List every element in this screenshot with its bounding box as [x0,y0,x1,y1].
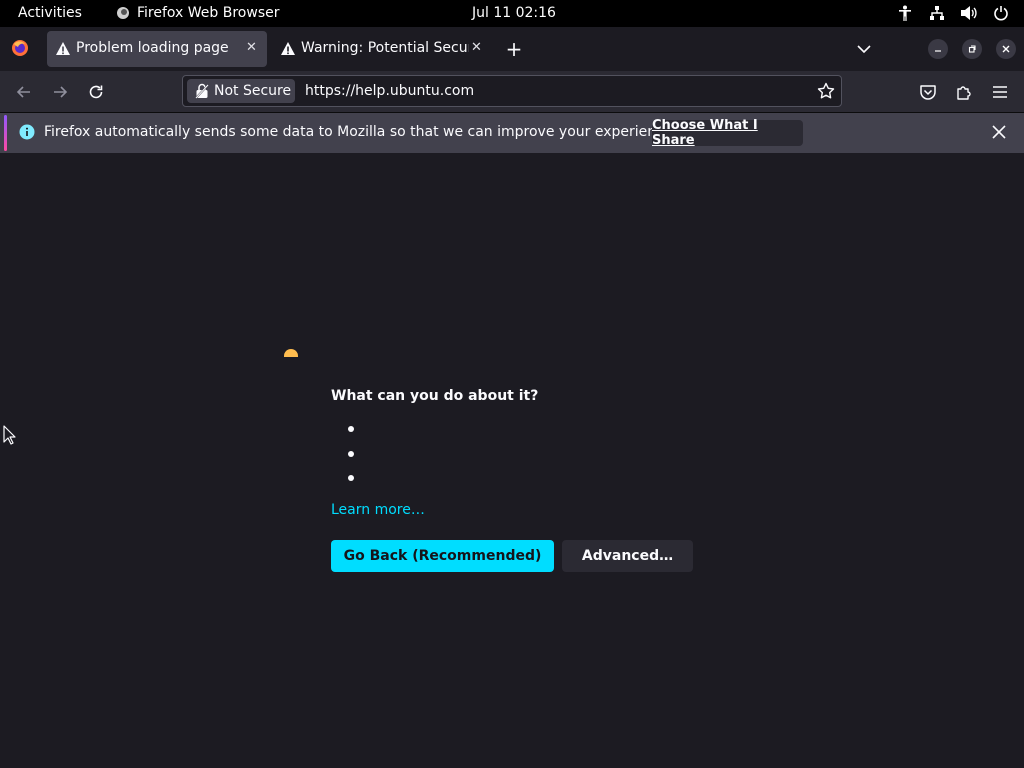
pocket-button[interactable] [917,81,939,103]
system-tray[interactable] [896,4,1010,22]
navigation-toolbar: Not Secure https://help.ubuntu.com [0,71,1024,113]
info-icon [19,124,35,140]
hamburger-menu-icon [993,86,1007,98]
chevron-down-icon[interactable] [855,40,873,58]
not-secure-label: Not Secure [214,83,292,99]
close-icon[interactable] [991,124,1007,140]
forward-button[interactable] [49,81,71,103]
power-icon[interactable] [992,4,1010,22]
app-name: Firefox Web Browser [137,5,280,21]
url-text[interactable]: https://help.ubuntu.com [305,83,474,99]
firefox-view-icon[interactable] [10,38,30,58]
warning-icon [281,42,295,55]
extensions-button[interactable] [953,81,975,103]
choose-what-i-share-button[interactable]: Choose What I Share [652,118,803,148]
accessibility-icon[interactable] [896,4,914,22]
notification-message: Firefox automatically sends some data to… [44,124,677,140]
activities-button[interactable]: Activities [18,5,82,21]
reload-button[interactable] [85,81,107,103]
warning-icon [56,42,70,55]
mouse-cursor-icon [3,425,16,445]
page-content: What can you do about it? Learn more… Go… [0,153,1024,768]
app-menu-button[interactable] [989,81,1011,103]
tab-problem-loading-page[interactable]: Problem loading page ✕ [47,31,267,67]
firefox-app-icon [117,7,129,19]
app-menu[interactable]: Firefox Web Browser [116,5,280,21]
new-tab-button[interactable]: + [504,39,524,59]
tab-close-icon[interactable]: ✕ [246,40,257,55]
system-top-bar: Activities Firefox Web Browser Jul 11 02… [0,0,1024,27]
tab-label: Problem loading page [76,40,229,56]
clock[interactable]: Jul 11 02:16 [472,5,556,21]
puzzle-icon [957,86,971,100]
tab-close-icon[interactable]: ✕ [471,40,482,55]
url-bar[interactable]: Not Secure https://help.ubuntu.com [182,75,842,107]
what-can-you-do-heading: What can you do about it? [331,388,539,404]
back-button[interactable] [13,81,35,103]
insecure-lock-icon [195,83,209,99]
notification-accent [4,115,7,151]
not-secure-indicator[interactable]: Not Secure [187,79,295,103]
bookmark-star-icon[interactable] [817,82,835,100]
close-window-button[interactable] [996,39,1016,59]
reload-icon [89,85,103,99]
learn-more-link[interactable]: Learn more… [331,502,425,518]
advanced-button[interactable]: Advanced… [562,540,693,572]
tab-warning-potential-security[interactable]: Warning: Potential Securi ✕ [272,31,494,67]
minimize-button[interactable] [928,39,948,59]
volume-icon[interactable] [960,4,978,22]
warning-illustration-icon [284,349,298,357]
tab-strip: Problem loading page ✕ Warning: Potentia… [0,27,1024,71]
data-collection-notification: Firefox automatically sends some data to… [0,113,1024,153]
arrow-right-icon [54,86,68,98]
tab-label: Warning: Potential Securi [301,40,469,56]
arrow-left-icon [16,86,30,98]
network-icon[interactable] [928,4,946,22]
go-back-button[interactable]: Go Back (Recommended) [331,540,554,572]
pocket-icon [920,85,936,100]
restore-button[interactable] [962,39,982,59]
